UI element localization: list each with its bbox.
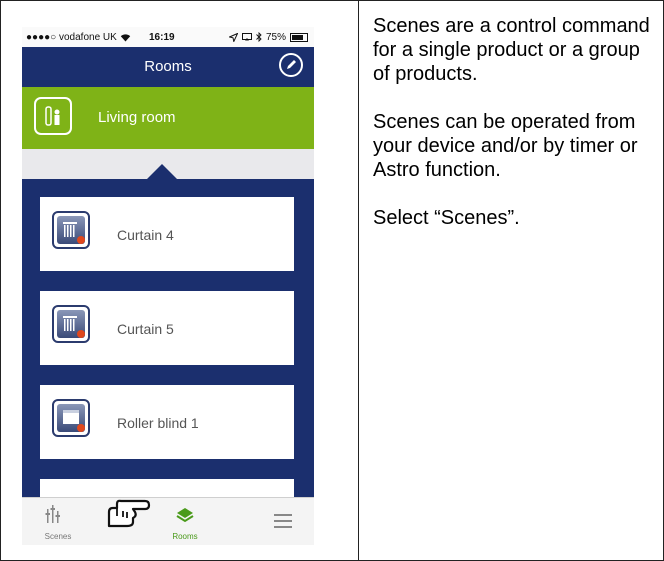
home-layers-icon	[176, 508, 194, 523]
instruction-paragraph-2: Scenes can be operated from your device …	[373, 111, 638, 181]
status-time: 16:19	[149, 31, 175, 43]
carrier-group: ●●●●○ vodafone UK	[26, 32, 131, 43]
menu-button[interactable]	[252, 498, 314, 545]
status-right: 75%	[228, 31, 308, 43]
sliders-icon	[45, 505, 60, 523]
column-divider	[358, 0, 359, 561]
device-card-curtain-5[interactable]: Curtain 5	[40, 291, 294, 365]
battery-icon	[290, 32, 308, 42]
tab-bar: Scenes Rooms	[22, 497, 314, 545]
wifi-icon	[120, 33, 130, 41]
tab-scenes-label: Scenes	[44, 532, 72, 541]
battery-percent: 75%	[265, 31, 286, 43]
nav-title: Rooms	[144, 58, 192, 75]
device-label: Curtain 4	[117, 227, 174, 243]
status-bar: ●●●●○ vodafone UK 16:19 75%	[22, 27, 314, 47]
instruction-paragraph-3: Select “Scenes”.	[373, 207, 520, 229]
device-label: Roller blind 1	[117, 415, 199, 431]
screen-mirroring-icon	[241, 33, 252, 41]
device-label: Curtain 5	[117, 321, 174, 337]
roller-blind-icon	[52, 399, 90, 437]
hamburger-menu-icon	[274, 514, 292, 528]
bluetooth-icon	[256, 32, 262, 42]
tab-scenes[interactable]: Scenes	[28, 498, 108, 545]
room-header[interactable]: Living room	[22, 87, 314, 149]
room-label: Living room	[98, 109, 176, 126]
phone-screen: ●●●●○ vodafone UK 16:19 75% Rooms Living…	[22, 27, 314, 545]
curtain-icon	[52, 305, 90, 343]
instruction-paragraph-1: Scenes are a control command for a singl…	[373, 15, 650, 85]
location-icon	[228, 32, 238, 42]
status-dot	[77, 236, 85, 244]
nav-bar: Rooms	[22, 47, 314, 87]
edit-button[interactable]	[279, 53, 303, 77]
pencil-icon	[287, 60, 296, 69]
expand-caret	[146, 164, 178, 180]
instruction-text: Scenes are a control command for a singl…	[373, 14, 658, 254]
tab-rooms-label: Rooms	[172, 532, 198, 541]
carrier-text: ●●●●○ vodafone UK	[26, 31, 117, 43]
device-card-roller-blind-1[interactable]: Roller blind 1	[40, 385, 294, 459]
device-card-curtain-4[interactable]: Curtain 4	[40, 197, 294, 271]
status-dot	[77, 330, 85, 338]
living-room-icon	[34, 97, 72, 135]
curtain-icon	[52, 211, 90, 249]
status-dot	[77, 424, 85, 432]
tab-rooms[interactable]: Rooms	[145, 498, 225, 545]
